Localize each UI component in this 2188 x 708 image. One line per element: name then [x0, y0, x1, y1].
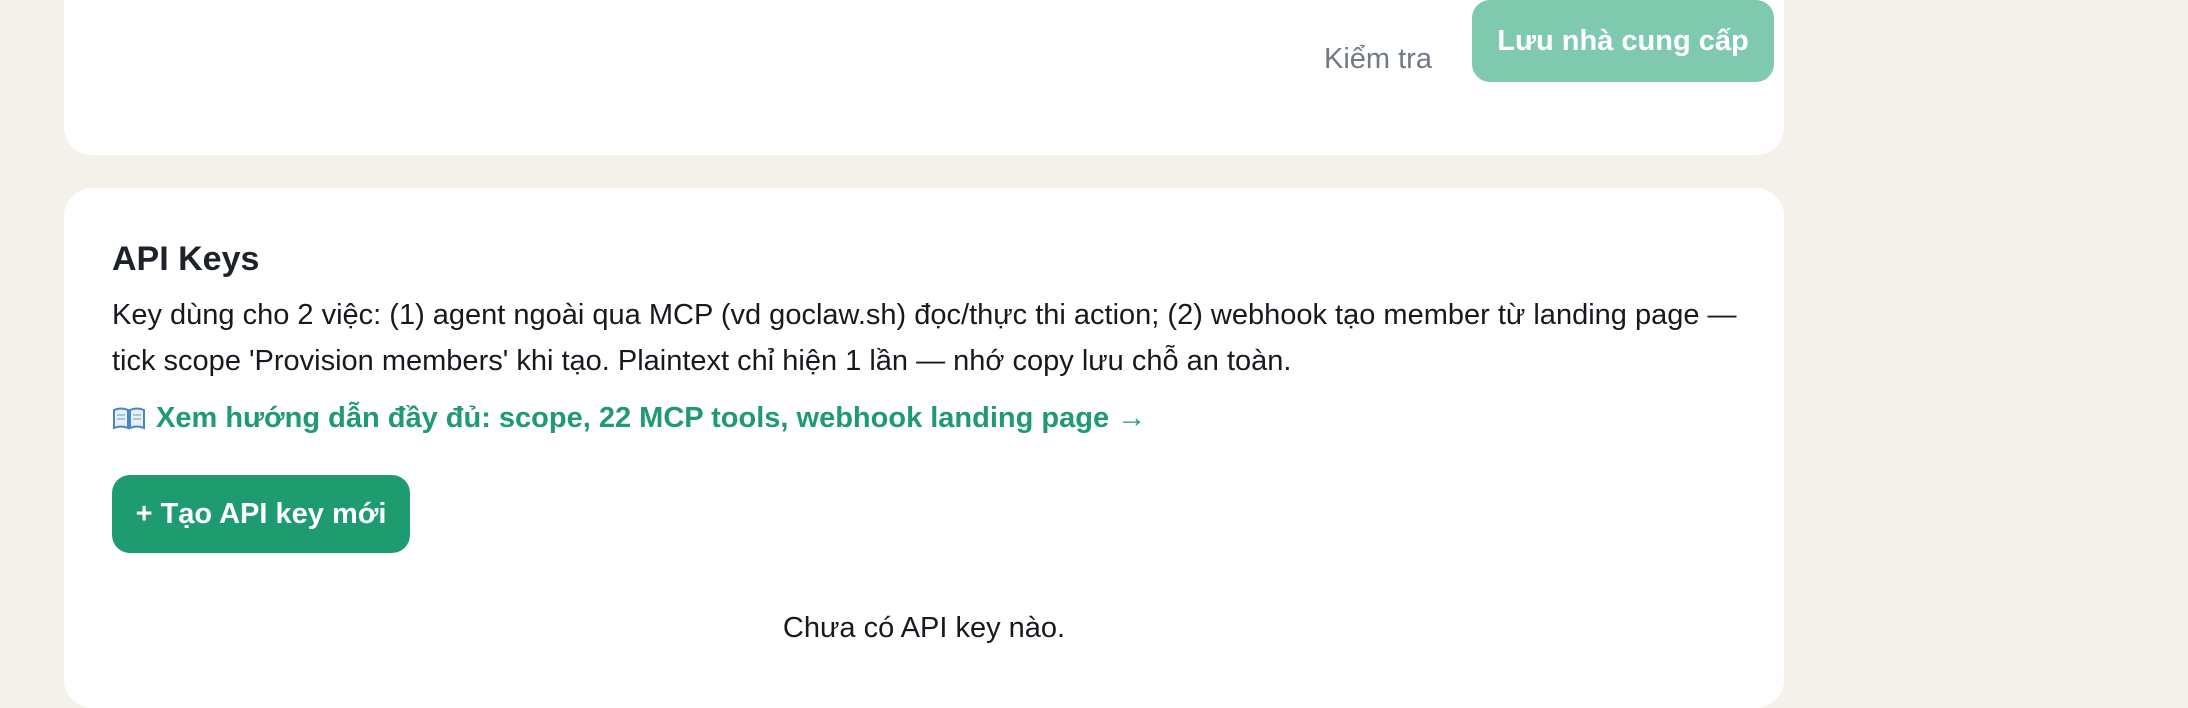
guide-link-label: Xem hướng dẫn đầy đủ: scope, 22 MCP tool…	[156, 402, 1147, 434]
empty-state-message: Chưa có API key nào.	[782, 612, 1066, 644]
provider-form-card: Kiểm tra Lưu nhà cung cấp	[64, 0, 1784, 155]
open-book-icon	[112, 406, 146, 432]
api-keys-card: API Keys Key dùng cho 2 việc: (1) agent …	[64, 188, 1784, 708]
api-keys-description: Key dùng cho 2 việc: (1) agent ngoài qua…	[112, 299, 1737, 377]
guide-link[interactable]: Xem hướng dẫn đầy đủ: scope, 22 MCP tool…	[112, 402, 1146, 435]
test-button[interactable]: Kiểm tra	[1304, 18, 1452, 100]
create-api-key-button[interactable]: + Tạo API key mới	[112, 475, 410, 553]
api-keys-title: API Keys	[112, 240, 260, 278]
save-provider-button[interactable]: Lưu nhà cung cấp	[1472, 0, 1774, 82]
